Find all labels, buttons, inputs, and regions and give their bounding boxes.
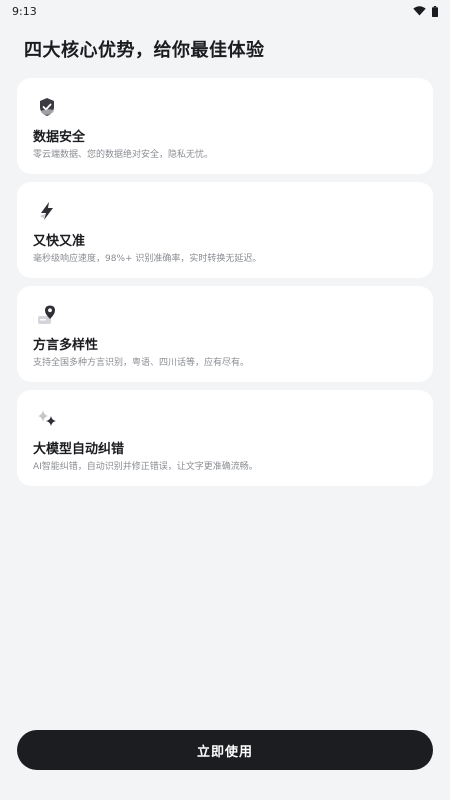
wifi-icon	[413, 6, 426, 16]
feature-desc: 支持全国多种方言识别，粤语、四川话等，应有尽有。	[33, 358, 250, 368]
feature-desc: 零云端数据、您的数据绝对安全，隐私无忧。	[33, 150, 214, 160]
feature-list: 数据安全 零云端数据、您的数据绝对安全，隐私无忧。 又快又准 毫秒级响应速度，9…	[17, 78, 433, 494]
lightning-icon	[40, 202, 53, 220]
feature-desc: 毫秒级响应速度，98%+ 识别准确率，实时转换无延迟。	[33, 254, 262, 264]
feature-card-data-security: 数据安全 零云端数据、您的数据绝对安全，隐私无忧。	[17, 78, 433, 174]
battery-icon	[432, 5, 438, 17]
feature-card-dialects: 方言多样性 支持全国多种方言识别，粤语、四川话等，应有尽有。	[17, 286, 433, 382]
feature-title: 大模型自动纠错	[33, 442, 125, 457]
feature-title: 方言多样性	[33, 338, 99, 353]
feature-title: 又快又准	[33, 234, 86, 249]
feature-title: 数据安全	[33, 130, 86, 145]
location-pin-icon	[38, 305, 55, 324]
shield-check-icon	[40, 98, 54, 116]
sparkle-icon	[38, 410, 56, 426]
feature-card-ai-correction: 大模型自动纠错 AI智能纠错，自动识别并修正错误，让文字更准确流畅。	[17, 390, 433, 486]
status-time: 9:13	[12, 4, 37, 18]
start-using-button[interactable]: 立即使用	[17, 730, 433, 770]
feature-desc: AI智能纠错，自动识别并修正错误，让文字更准确流畅。	[33, 462, 258, 472]
status-bar: 9:13	[0, 0, 450, 22]
status-icons	[413, 5, 438, 17]
feature-card-fast-accurate: 又快又准 毫秒级响应速度，98%+ 识别准确率，实时转换无延迟。	[17, 182, 433, 278]
page-title: 四大核心优势，给你最佳体验	[24, 40, 265, 61]
